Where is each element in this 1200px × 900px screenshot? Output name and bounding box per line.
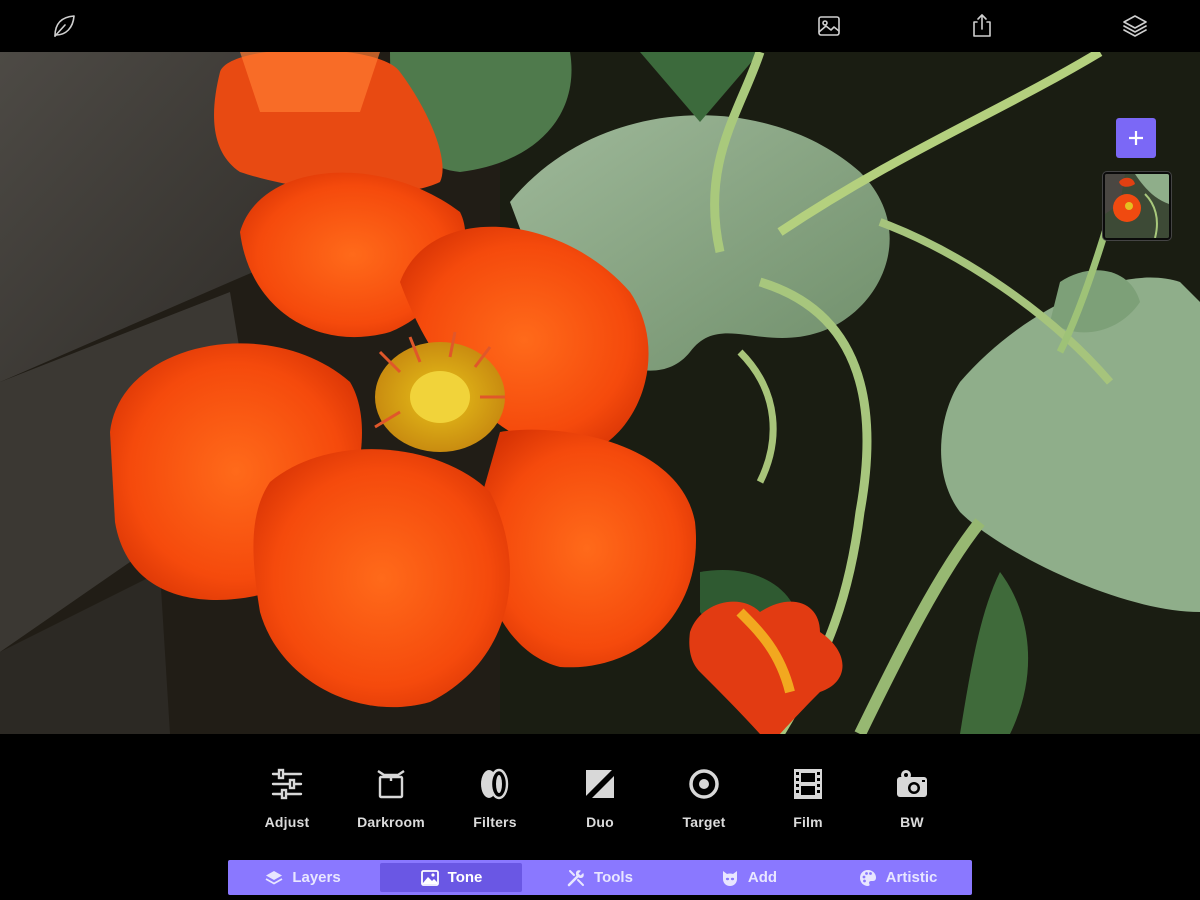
tool-darkroom[interactable]: Darkroom — [341, 764, 441, 834]
plus-icon — [1129, 131, 1143, 145]
tool-label: Adjust — [264, 814, 310, 830]
tool-label: Darkroom — [357, 814, 425, 830]
photo-canvas[interactable] — [0, 52, 1200, 734]
tab-label: Layers — [292, 869, 341, 886]
tool-film[interactable]: Film — [758, 764, 858, 834]
darkroom-icon — [371, 764, 411, 804]
add-mask-icon — [722, 870, 737, 886]
tool-label: BW — [900, 814, 924, 830]
layers-stack-icon[interactable] — [1119, 10, 1151, 42]
tab-label: Add — [747, 869, 778, 886]
tool-label: Target — [682, 814, 726, 830]
tab-label: Artistic — [885, 869, 938, 886]
tool-filters[interactable]: Filters — [445, 764, 545, 834]
tab-add[interactable]: Add — [677, 863, 820, 892]
tab-artistic[interactable]: Artistic — [826, 863, 969, 892]
tab-label: Tone — [447, 869, 483, 886]
leaf-logo-icon[interactable] — [48, 10, 80, 42]
duo-icon — [580, 764, 620, 804]
tool-label: Duo — [586, 814, 614, 830]
tool-adjust[interactable]: Adjust — [237, 764, 337, 834]
add-layer-button[interactable] — [1116, 118, 1156, 158]
tools-icon — [567, 869, 585, 886]
tone-icon — [420, 869, 439, 886]
tab-tools[interactable]: Tools — [528, 863, 671, 892]
tool-bw[interactable]: BW — [862, 764, 962, 834]
tab-tone[interactable]: Tone — [380, 863, 522, 892]
edited-photo — [0, 52, 1200, 734]
top-bar — [0, 0, 1200, 52]
bw-camera-icon — [892, 764, 932, 804]
tab-bar: Layers Tone Tools Add Artistic — [228, 860, 972, 895]
tab-layers[interactable]: Layers — [231, 863, 374, 892]
tool-label: Filters — [473, 814, 517, 830]
film-icon — [788, 764, 828, 804]
photo-thumbnail-icon — [1105, 174, 1169, 238]
tab-label: Tools — [594, 869, 633, 886]
target-icon — [684, 764, 724, 804]
tool-target[interactable]: Target — [654, 764, 754, 834]
palette-icon — [859, 869, 876, 886]
sliders-icon — [267, 764, 307, 804]
share-icon[interactable] — [966, 10, 998, 42]
filters-icon — [475, 764, 515, 804]
tool-duo[interactable]: Duo — [550, 764, 650, 834]
layer-thumbnail[interactable] — [1103, 172, 1171, 240]
layers-icon — [265, 870, 283, 885]
tool-label: Film — [793, 814, 823, 830]
image-icon[interactable] — [813, 10, 845, 42]
